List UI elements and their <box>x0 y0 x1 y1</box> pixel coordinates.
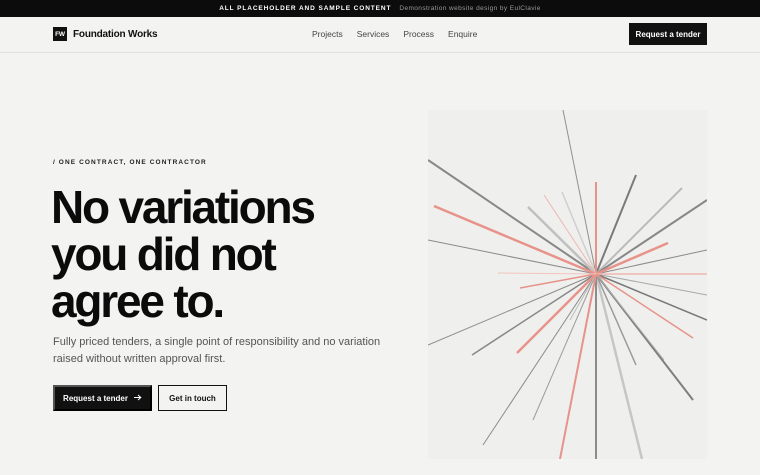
announcement-notice: ALL PLACEHOLDER AND SAMPLE CONTENT <box>219 5 392 12</box>
nav-link-process[interactable]: Process <box>403 29 434 39</box>
main-nav: Projects Services Process Enquire <box>312 29 477 39</box>
headline-line-2: you did not <box>51 228 277 280</box>
announcement-credit: Demonstration website design by EulClavi… <box>399 5 541 12</box>
announcement-bar: ALL PLACEHOLDER AND SAMPLE CONTENT Demon… <box>0 0 760 17</box>
site-header: FW Foundation Works Projects Services Pr… <box>0 17 760 53</box>
hero-eyebrow: / ONE CONTRACT, ONE CONTRACTOR <box>53 159 207 166</box>
hero-lede: Fully priced tenders, a single point of … <box>53 336 381 365</box>
hero-starburst-illustration <box>428 110 707 459</box>
hero-get-in-touch-button[interactable]: Get in touch <box>158 385 227 411</box>
brand-name: Foundation Works <box>73 28 158 40</box>
logo-mark: FW <box>53 27 67 41</box>
hero-request-tender-label: Request a tender <box>63 393 128 403</box>
nav-link-projects[interactable]: Projects <box>312 29 343 39</box>
nav-link-services[interactable]: Services <box>357 29 390 39</box>
brand-logo[interactable]: FW Foundation Works <box>53 27 158 41</box>
starburst-graphic <box>428 110 707 459</box>
hero-request-tender-button[interactable]: Request a tender <box>53 385 152 411</box>
headline-line-3: agree to. <box>51 275 225 327</box>
nav-link-enquire[interactable]: Enquire <box>448 29 477 39</box>
header-request-tender-button[interactable]: Request a tender <box>629 23 707 45</box>
arrow-right-icon <box>133 394 142 403</box>
hero-headline: No variations you did not agree to. <box>51 184 381 325</box>
headline-line-1: No variations <box>51 181 316 233</box>
